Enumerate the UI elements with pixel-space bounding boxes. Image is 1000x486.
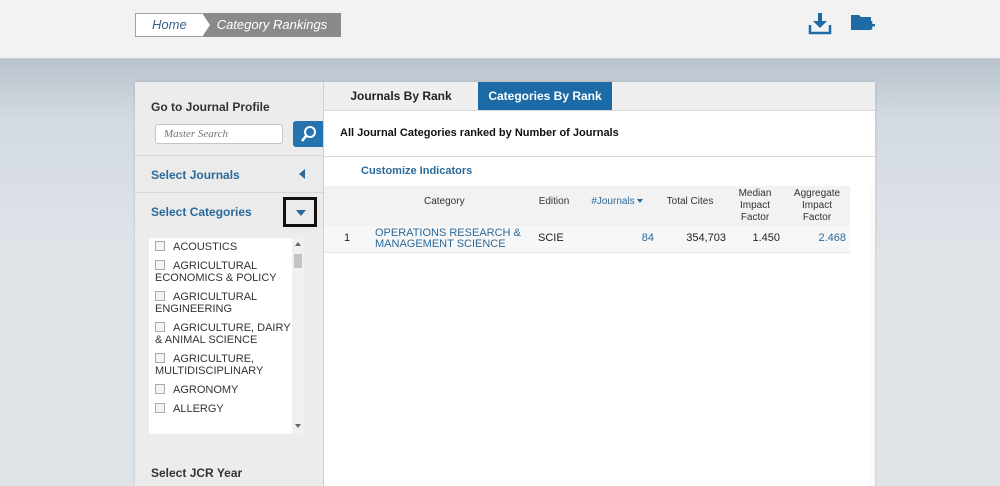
chevron-down-icon xyxy=(296,210,306,216)
sort-desc-icon xyxy=(636,199,643,203)
category-item[interactable]: ALLERGY xyxy=(149,400,292,419)
cell-total-cites: 354,703 xyxy=(686,232,726,244)
category-item[interactable]: ACOUSTICS xyxy=(149,238,292,257)
category-list: ACOUSTICS AGRICULTURAL ECONOMICS & POLIC… xyxy=(149,238,292,434)
download-icon[interactable] xyxy=(808,11,832,35)
select-jcr-year-label[interactable]: Select JCR Year xyxy=(151,466,242,480)
tab-categories-by-rank[interactable]: Categories By Rank xyxy=(478,82,612,110)
category-list-scrollbar[interactable] xyxy=(292,238,304,434)
header-aggregate-impact-factor[interactable]: Aggregate Impact Factor xyxy=(786,188,848,224)
checkbox[interactable] xyxy=(155,353,165,363)
header-journals[interactable]: #Journals xyxy=(586,196,648,208)
category-item[interactable]: AGRICULTURE, DAIRY & ANIMAL SCIENCE xyxy=(149,319,292,350)
categories-expand-toggle[interactable] xyxy=(283,197,317,227)
scroll-up-icon[interactable] xyxy=(295,242,301,246)
divider xyxy=(324,156,875,157)
checkbox[interactable] xyxy=(155,403,165,413)
scroll-down-icon[interactable] xyxy=(295,424,301,428)
scroll-thumb[interactable] xyxy=(294,254,302,268)
category-item[interactable]: AGRICULTURAL ECONOMICS & POLICY xyxy=(149,257,292,288)
checkbox[interactable] xyxy=(155,322,165,332)
page-title: All Journal Categories ranked by Number … xyxy=(340,127,619,139)
breadcrumb-current: Category Rankings xyxy=(201,13,342,37)
cell-edition: SCIE xyxy=(538,232,564,244)
category-item[interactable]: AGRICULTURAL ENGINEERING xyxy=(149,288,292,319)
sidebar: Go to Journal Profile Select Journals Se… xyxy=(135,82,324,486)
cell-median-impact-factor: 1.450 xyxy=(752,232,780,244)
content-panel: Go to Journal Profile Select Journals Se… xyxy=(135,82,875,486)
tab-journals-by-rank[interactable]: Journals By Rank xyxy=(324,82,478,110)
master-search-input[interactable] xyxy=(155,124,283,144)
select-journals-label: Select Journals xyxy=(151,168,240,182)
folder-add-icon[interactable] xyxy=(850,11,875,35)
select-journals-section[interactable]: Select Journals xyxy=(135,155,323,192)
checkbox[interactable] xyxy=(155,384,165,394)
customize-indicators-link[interactable]: Customize Indicators xyxy=(361,165,472,177)
search-icon xyxy=(301,126,316,142)
header-total-cites[interactable]: Total Cites xyxy=(659,196,721,208)
checkbox[interactable] xyxy=(155,241,165,251)
checkbox[interactable] xyxy=(155,291,165,301)
journal-profile-title: Go to Journal Profile xyxy=(151,100,270,114)
tab-bar: Journals By Rank Categories By Rank xyxy=(324,82,875,111)
header-median-impact-factor[interactable]: Median Impact Factor xyxy=(730,188,780,224)
header-category[interactable]: Category xyxy=(424,196,465,208)
header-edition[interactable]: Edition xyxy=(534,196,574,208)
breadcrumb-home[interactable]: Home xyxy=(135,13,204,37)
search-button[interactable] xyxy=(293,121,323,147)
cell-rank: 1 xyxy=(344,232,351,244)
table-scroll-track xyxy=(869,186,875,486)
main-content: Journals By Rank Categories By Rank All … xyxy=(324,82,875,486)
select-categories-label: Select Categories xyxy=(151,205,252,219)
breadcrumb: Home Category Rankings xyxy=(135,13,342,37)
collapse-arrow-icon xyxy=(299,169,305,179)
cell-journals[interactable]: 84 xyxy=(624,233,654,244)
category-item[interactable]: AGRONOMY xyxy=(149,381,292,400)
cell-aggregate-impact-factor[interactable]: 2.468 xyxy=(804,233,846,244)
category-item[interactable]: AGRICULTURE, MULTIDISCIPLINARY xyxy=(149,350,292,381)
cell-category-link[interactable]: OPERATIONS RESEARCH & MANAGEMENT SCIENCE xyxy=(375,228,521,250)
checkbox[interactable] xyxy=(155,260,165,270)
